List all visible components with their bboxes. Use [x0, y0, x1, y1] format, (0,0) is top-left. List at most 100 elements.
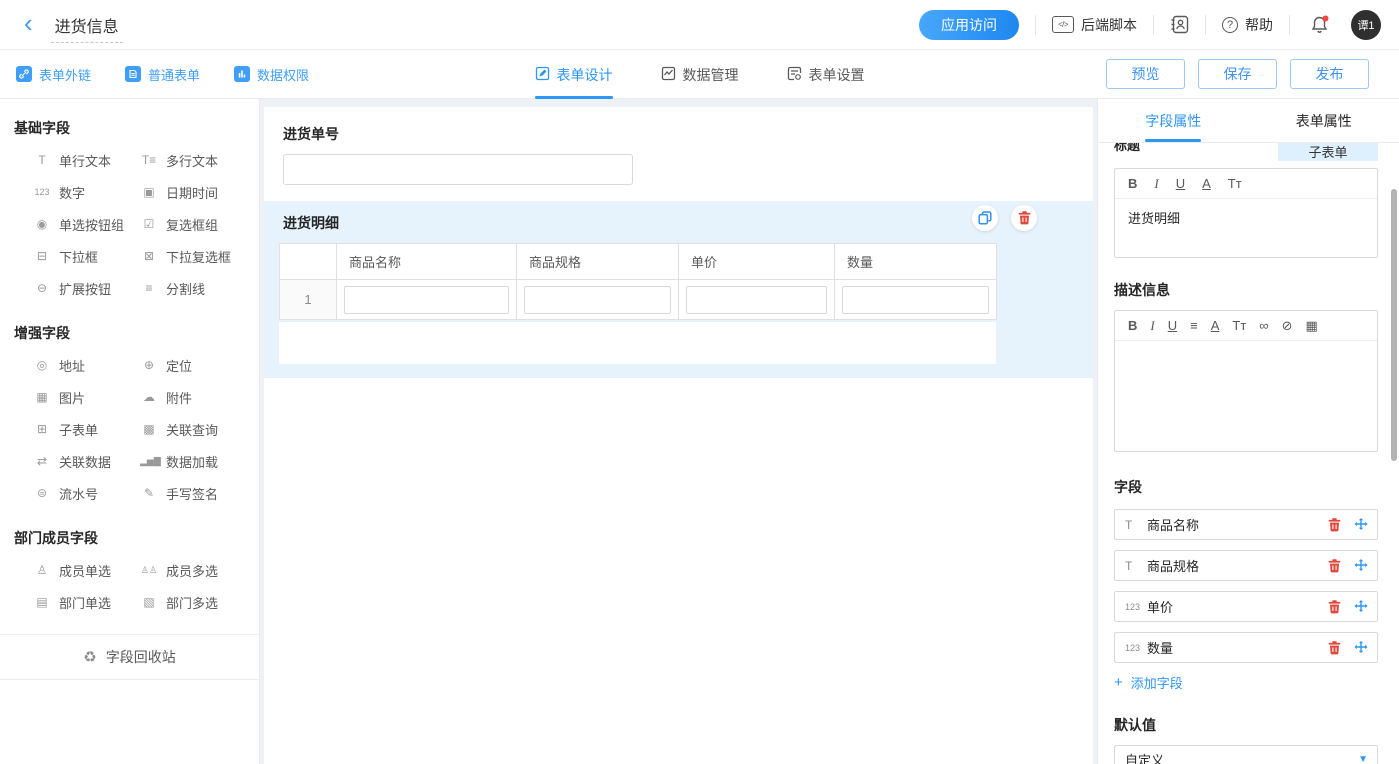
image-icon: ▦: [33, 390, 51, 404]
field-item-radio-group[interactable]: ◉单选按钮组: [33, 208, 140, 240]
copy-field-button[interactable]: [972, 205, 998, 231]
move-column-icon[interactable]: [1354, 518, 1368, 532]
unlink-icon[interactable]: ⊘: [1282, 319, 1293, 332]
preview-button[interactable]: 预览: [1106, 59, 1185, 89]
font-color-icon[interactable]: A: [1211, 319, 1220, 332]
panel-field-row-product-spec[interactable]: T 商品规格: [1114, 550, 1378, 581]
field-item-member-single[interactable]: ♙成员单选: [33, 554, 140, 586]
field-item-extend-button[interactable]: ⊖扩展按钮: [33, 272, 140, 304]
move-column-icon[interactable]: [1354, 559, 1368, 573]
delete-field-button[interactable]: [1011, 205, 1037, 231]
field-item-single-line-text[interactable]: T单行文本: [33, 144, 140, 176]
canvas-field-order-no[interactable]: 进货单号: [283, 124, 1074, 185]
align-icon[interactable]: ≡: [1190, 319, 1198, 332]
field-item-serial-number[interactable]: ⊜流水号: [33, 477, 140, 509]
back-icon[interactable]: ‹: [24, 11, 33, 35]
field-item-divider[interactable]: ≡分割线: [140, 272, 259, 304]
form-title[interactable]: 进货信息: [51, 7, 123, 43]
field-item-multi-select[interactable]: ⊠下拉复选框: [140, 240, 259, 272]
field-item-data-load[interactable]: ▂▅▇数据加载: [140, 445, 259, 477]
canvas-subform-field[interactable]: 进货明细: [264, 201, 1093, 378]
tab-form-settings[interactable]: 表单设置: [787, 50, 865, 99]
subform-col-header[interactable]: 商品名称: [337, 244, 517, 280]
add-field-button[interactable]: + 添加字段: [1114, 673, 1378, 692]
panel-scrollbar[interactable]: [1391, 189, 1397, 461]
insert-image-icon[interactable]: ▦: [1305, 319, 1317, 332]
description-editor-input[interactable]: [1115, 341, 1377, 371]
publish-button[interactable]: 发布: [1290, 59, 1369, 89]
subform-col-header[interactable]: 单价: [679, 244, 835, 280]
bold-icon[interactable]: B: [1128, 177, 1137, 190]
subform-cell: [517, 280, 679, 320]
panel-field-row-product-name[interactable]: T 商品名称: [1114, 509, 1378, 540]
bars-icon: [234, 66, 250, 82]
contacts-icon[interactable]: [1170, 15, 1189, 34]
subform-cell-input[interactable]: [344, 286, 509, 314]
subform-icon: ⊞: [33, 422, 51, 436]
font-size-icon[interactable]: Tт: [1232, 319, 1246, 332]
font-size-icon[interactable]: Tт: [1228, 177, 1242, 190]
field-item-address[interactable]: ◎地址: [33, 349, 140, 381]
cloud-upload-icon: ☁: [140, 390, 158, 404]
delete-column-icon[interactable]: [1328, 641, 1341, 655]
backend-script-button[interactable]: </> 后端脚本: [1052, 15, 1137, 35]
field-item-multi-line-text[interactable]: T≡多行文本: [140, 144, 259, 176]
title-editor-input[interactable]: 进货明细: [1115, 199, 1377, 236]
move-column-icon[interactable]: [1354, 641, 1368, 655]
field-item-attachment[interactable]: ☁附件: [140, 381, 259, 413]
tab-field-properties[interactable]: 字段属性: [1098, 99, 1249, 142]
sub-toolbar: 表单外链 普通表单 数据权限 表单设计: [0, 50, 1399, 99]
user-avatar[interactable]: 谭1: [1351, 10, 1381, 40]
save-button[interactable]: 保存: [1198, 59, 1277, 89]
field-item-label: 日期时间: [166, 183, 218, 202]
field-item-subform[interactable]: ⊞子表单: [33, 413, 140, 445]
linked-data-icon: ⇄: [33, 454, 51, 468]
delete-column-icon[interactable]: [1328, 559, 1341, 573]
notification-bell-icon[interactable]: [1310, 15, 1331, 34]
order-no-input[interactable]: [283, 154, 633, 185]
field-item-select[interactable]: ⊟下拉框: [33, 240, 140, 272]
tab-data-manage[interactable]: 数据管理: [661, 50, 739, 99]
subform-cell-input[interactable]: [686, 286, 827, 314]
delete-column-icon[interactable]: [1328, 600, 1341, 614]
help-button[interactable]: ? 帮助: [1222, 15, 1273, 35]
app-access-button[interactable]: 应用访问: [919, 10, 1019, 40]
panel-field-row-unit-price[interactable]: 123 单价: [1114, 591, 1378, 622]
field-item-linked-data[interactable]: ⇄关联数据: [33, 445, 140, 477]
tab-label: 数据管理: [683, 65, 739, 85]
field-item-signature[interactable]: ✎手写签名: [140, 477, 259, 509]
default-value-select[interactable]: 自定义 ▼: [1114, 745, 1378, 764]
underline-icon[interactable]: U: [1176, 177, 1185, 190]
field-item-number[interactable]: 123数字: [33, 176, 140, 208]
field-item-datetime[interactable]: ▣日期时间: [140, 176, 259, 208]
move-column-icon[interactable]: [1354, 600, 1368, 614]
field-item-image[interactable]: ▦图片: [33, 381, 140, 413]
subform-cell-input[interactable]: [842, 286, 989, 314]
share-item-data-permission[interactable]: 数据权限: [234, 65, 309, 84]
tab-form-design[interactable]: 表单设计: [535, 50, 613, 99]
delete-column-icon[interactable]: [1328, 518, 1341, 532]
share-item-normal-form[interactable]: 普通表单: [125, 65, 200, 84]
field-item-label: 复选框组: [166, 215, 218, 234]
subform-cell-input[interactable]: [524, 286, 671, 314]
field-label: 进货单号: [283, 124, 1074, 144]
tab-form-properties[interactable]: 表单属性: [1249, 99, 1399, 142]
italic-icon[interactable]: I: [1154, 177, 1158, 190]
field-recycle-bin[interactable]: ♻ 字段回收站: [0, 634, 259, 680]
subform-col-header[interactable]: 商品规格: [517, 244, 679, 280]
field-item-member-multi[interactable]: ♙♙成员多选: [140, 554, 259, 586]
font-color-icon[interactable]: A: [1202, 177, 1211, 190]
bold-icon[interactable]: B: [1128, 319, 1137, 332]
underline-icon[interactable]: U: [1168, 319, 1177, 332]
panel-field-row-quantity[interactable]: 123 数量: [1114, 632, 1378, 663]
share-item-external-link[interactable]: 表单外链: [16, 65, 91, 84]
field-item-checkbox-group[interactable]: ☑复选框组: [140, 208, 259, 240]
field-item-linked-query[interactable]: ▩关联查询: [140, 413, 259, 445]
link-icon[interactable]: ∞: [1259, 319, 1268, 332]
field-item-dept-multi[interactable]: ▧部门多选: [140, 586, 259, 618]
field-item-location[interactable]: ⊕定位: [140, 349, 259, 381]
field-item-dept-single[interactable]: ▤部门单选: [33, 586, 140, 618]
subform-col-header[interactable]: 数量: [835, 244, 997, 280]
italic-icon[interactable]: I: [1150, 319, 1154, 332]
section-title-dept-member: 部门成员字段: [14, 528, 259, 548]
